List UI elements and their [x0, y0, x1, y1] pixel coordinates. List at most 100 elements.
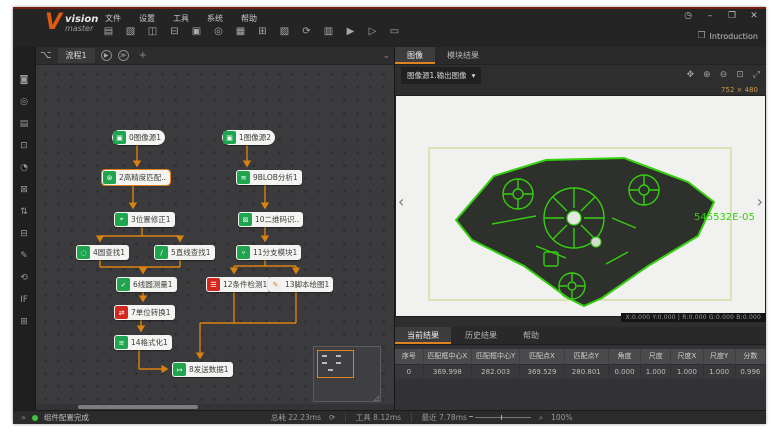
flow-node-n4[interactable]: ◌4圆查找1 [76, 245, 129, 260]
data-queue-icon[interactable]: ⊞ [255, 24, 270, 38]
run-once-button[interactable]: ▶ [101, 50, 112, 61]
node-icon-n11: ⑂ [237, 246, 250, 259]
image-viewer[interactable]: ‹ › [395, 95, 766, 317]
results-tab-2[interactable]: 帮助 [511, 327, 551, 344]
acquisition-camera-icon[interactable]: ◙ [17, 73, 32, 87]
flow-node-n1[interactable]: ▣1图像源2 [222, 130, 275, 145]
table-row[interactable]: 0369.998282.003369.529280.8010.0001.0001… [395, 364, 766, 379]
status-ok-indicator [32, 415, 38, 421]
recent-time: 最近 7.78ms [422, 412, 467, 423]
logo-v-icon: V [45, 12, 62, 34]
canvas-hscroll-thumb[interactable] [78, 405, 198, 409]
flow-node-n5[interactable]: ∕5直线查找1 [154, 245, 215, 260]
zoom-out-icon[interactable]: ⊖ [720, 70, 728, 80]
app-window: V vision master 文件设置工具系统帮助 ▤▧◫⊟▣◎▦⊞▨⟳▥▶▷… [13, 7, 766, 424]
image-source-selector[interactable]: 图像源1.输出图像 ▾ [401, 67, 481, 84]
layout-icon[interactable]: ▣ [189, 24, 204, 38]
flow-node-n7[interactable]: ⇄7单位转换1 [114, 305, 175, 320]
results-tab-1[interactable]: 历史结果 [453, 327, 509, 344]
logic-if-icon[interactable]: IF [17, 293, 32, 307]
node-icon-n7: ⇄ [115, 306, 128, 319]
brand-logo: V vision master [45, 12, 98, 34]
global-script-icon[interactable]: ▭ [387, 24, 402, 38]
flow-node-n2[interactable]: ⊛2高精度匹配.. [102, 170, 170, 185]
refresh-icon[interactable]: ⟳ [299, 24, 314, 38]
open-icon[interactable]: ▧ [123, 24, 138, 38]
measure-gauge-icon[interactable]: ◔ [17, 161, 32, 175]
results-cell-0-9: 0.996 [735, 364, 765, 379]
minimap-resize-icon[interactable]: ◿ [374, 394, 379, 402]
flow-node-n10[interactable]: ⊠10二维码识.. [238, 212, 303, 227]
node-label-n6: 6线圆测量1 [133, 279, 173, 290]
restore-icon[interactable]: ❐ [726, 11, 738, 21]
flow-node-n3[interactable]: ⌖3位置修正1 [114, 212, 175, 227]
node-label-n11: 11分支模块1 [253, 247, 297, 258]
zoom-slider[interactable] [475, 417, 531, 418]
prev-image-arrow[interactable]: ‹ [398, 194, 404, 210]
node-label-n1: 1图像源2 [239, 132, 271, 143]
run-icon[interactable]: ▶ [343, 24, 358, 38]
calc-icon[interactable]: ⊞ [17, 315, 32, 329]
image-tool-icon[interactable]: ▤ [17, 117, 32, 131]
node-icon-n5: ∕ [155, 246, 168, 259]
brand-line1: vision [65, 15, 98, 24]
save-all-icon[interactable]: ◫ [145, 24, 160, 38]
run-continuous-button[interactable]: ≫ [118, 50, 129, 61]
history-icon[interactable]: ⟲ [17, 271, 32, 285]
add-flow-button[interactable]: + [139, 50, 147, 61]
flow-node-n11[interactable]: ⑂11分支模块1 [236, 245, 301, 260]
draw-pen-icon[interactable]: ✎ [17, 249, 32, 263]
flow-node-n6[interactable]: ✓6线圆测量1 [116, 277, 177, 292]
right-panel: 图像模块结果 图像源1.输出图像 ▾ ✥ ⊕ ⊖ ⊡ ⤢ 752 × 480 ‹ › [395, 47, 766, 410]
focus-region-icon[interactable]: ⊡ [17, 139, 32, 153]
canvas-minimap[interactable]: ◿ [313, 346, 381, 402]
modules-icon[interactable]: ▦ [233, 24, 248, 38]
clock-icon[interactable]: ◷ [682, 11, 694, 21]
flow-collapse-caret[interactable]: ⌄ [382, 51, 390, 61]
flow-canvas[interactable]: ▣0图像源1 ▣1图像源2 ⊛2高精度匹配.. ≋9BLOB分析1 ⌖3位置修正1 ⊠10… [36, 65, 394, 404]
save-icon[interactable]: ▤ [101, 24, 116, 38]
pan-icon[interactable]: ✥ [687, 70, 695, 80]
statusbar-expand-icon[interactable]: » [21, 413, 26, 422]
flow-node-n8[interactable]: ↦8发送数据1 [172, 362, 233, 377]
results-tab-0[interactable]: 当前结果 [395, 327, 451, 344]
flow-node-n9[interactable]: ≋9BLOB分析1 [236, 170, 302, 185]
minimize-icon[interactable]: – [704, 11, 716, 21]
flow-node-n14[interactable]: ≡14格式化1 [114, 335, 172, 350]
storage-icon[interactable]: ▥ [321, 24, 336, 38]
flow-node-n0[interactable]: ▣0图像源1 [112, 130, 165, 145]
image-panel-tab-0[interactable]: 图像 [395, 47, 435, 64]
align-split-icon[interactable]: ⇅ [17, 205, 32, 219]
location-target-icon[interactable]: ◎ [17, 95, 32, 109]
results-tabs: 当前结果历史结果帮助 [395, 327, 766, 345]
fit-screen-icon[interactable]: ⤢ [753, 70, 760, 80]
image-panel-tab-1[interactable]: 模块结果 [435, 47, 491, 64]
total-time: 总耗 22.23ms [271, 412, 321, 423]
one-to-one-icon[interactable]: ⊡ [736, 70, 744, 80]
flow-node-n12[interactable]: ☰12条件检测1 [206, 277, 271, 292]
flow-tree-icon[interactable]: ⌥ [40, 50, 52, 61]
main-area: ◙ ◎ ▤ ⊡ ◔ ⊠ ⇅ ⊟ ✎ ⟲ IF ⊞ ⌥ 流程1 ▶ ≫ + ⌄ [13, 47, 766, 410]
flow-tab[interactable]: 流程1 [58, 48, 95, 63]
next-image-arrow[interactable]: › [757, 194, 763, 210]
results-cell-0-0: 0 [395, 364, 423, 379]
calibration-icon[interactable]: ⊟ [17, 227, 32, 241]
node-label-n5: 5直线查找1 [171, 247, 211, 258]
loop-icon[interactable]: ⟳ [329, 413, 335, 422]
image-toolbar: 图像源1.输出图像 ▾ ✥ ⊕ ⊖ ⊡ ⤢ [395, 65, 766, 85]
export-icon[interactable]: ⊟ [167, 24, 182, 38]
results-header-7: 尺度X [671, 349, 703, 364]
inspection-image: 545532E-05 [396, 96, 765, 316]
node-icon-n6: ✓ [117, 278, 130, 291]
introduction-link[interactable]: ❐ Introduction [697, 31, 758, 41]
recognition-icon[interactable]: ⊠ [17, 183, 32, 197]
node-label-n12: 12条件检测1 [223, 279, 267, 290]
flow-node-n13[interactable]: ✎13脚本绘图1 [268, 277, 333, 292]
step-run-icon[interactable]: ▷ [365, 24, 380, 38]
resolution-strip: 752 × 480 [395, 85, 766, 95]
zoom-in-icon[interactable]: ⊕ [703, 70, 711, 80]
package-icon[interactable]: ▨ [277, 24, 292, 38]
close-icon[interactable]: ✕ [748, 11, 760, 21]
introduction-label: Introduction [710, 32, 758, 41]
camera-icon[interactable]: ◎ [211, 24, 226, 38]
